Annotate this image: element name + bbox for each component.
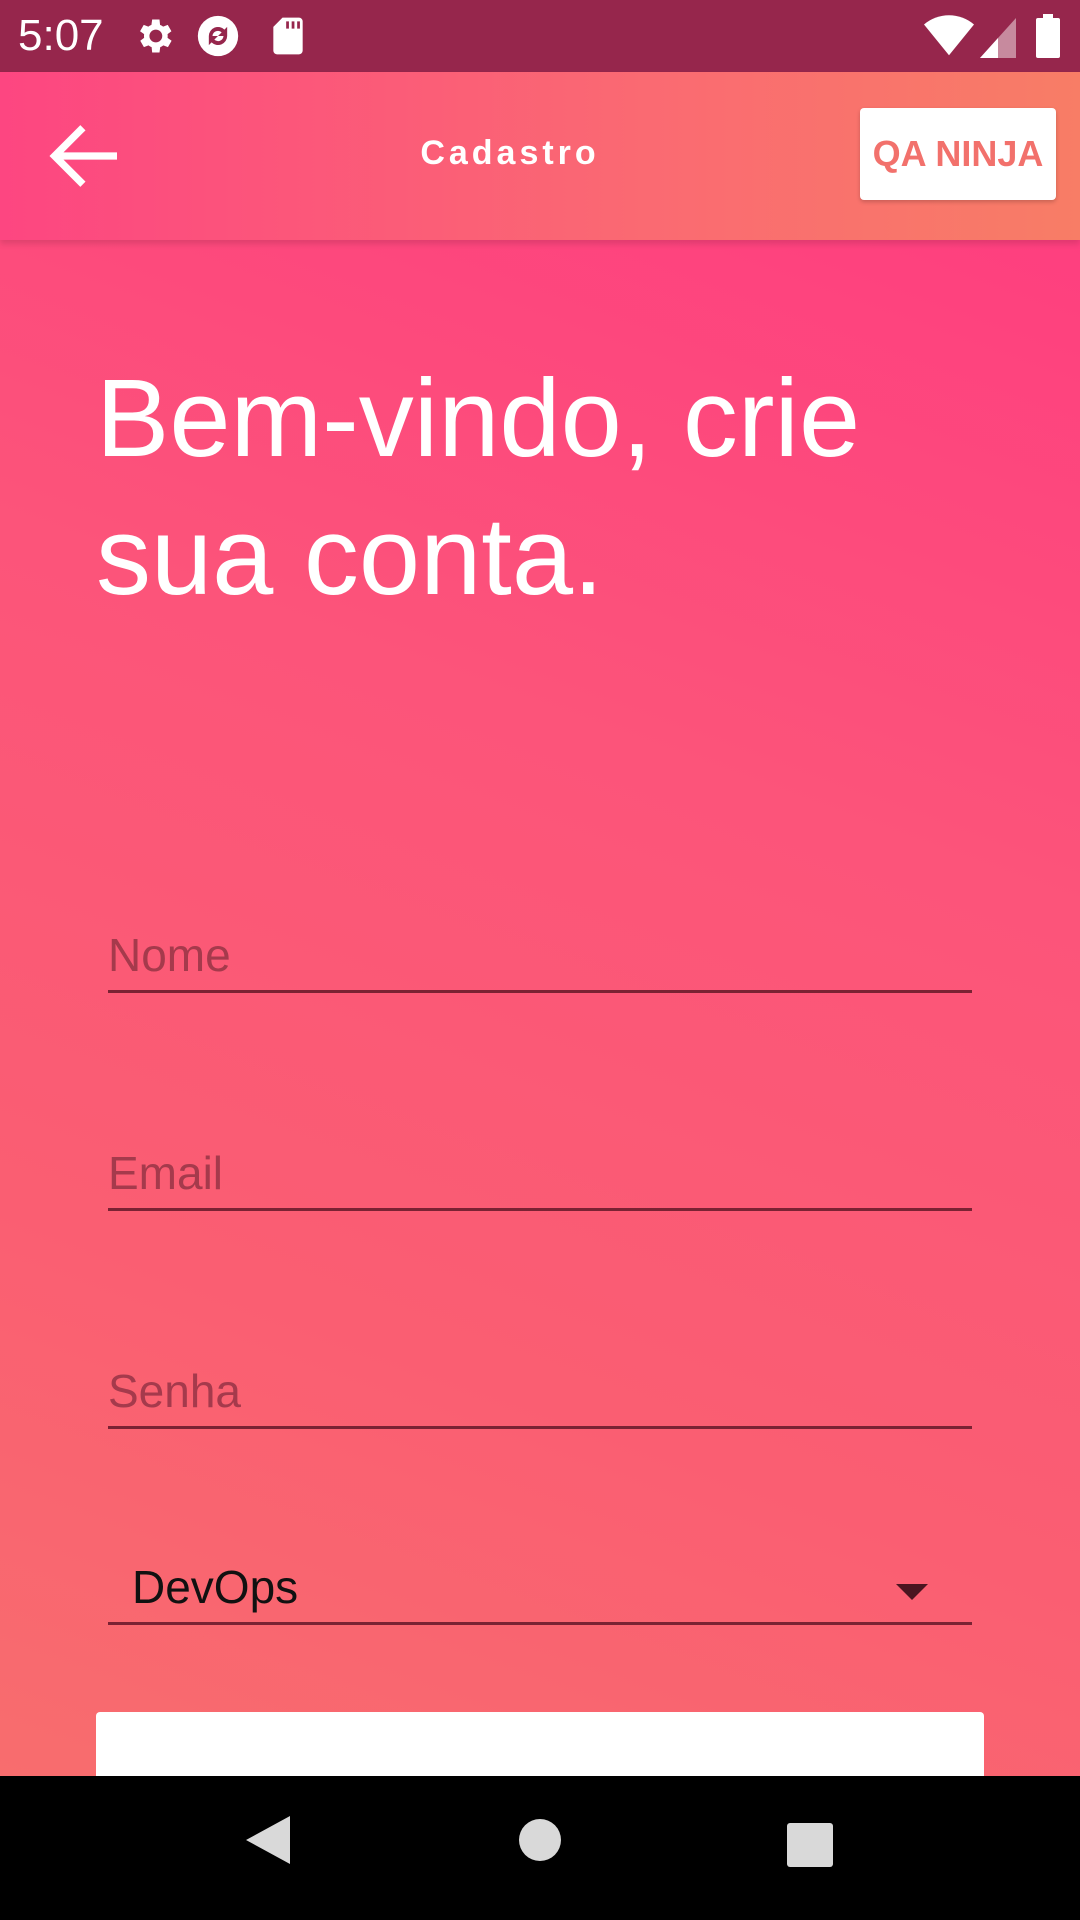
dropdown-arrow-icon [896,1584,928,1600]
back-triangle-icon[interactable] [244,1814,292,1871]
settings-icon [132,14,176,58]
system-nav-bar [0,1776,1080,1920]
app-bar: Cadastro QA NINJA [0,72,1080,240]
cell-signal-icon [980,14,1024,58]
signup-form-area: Bem-vindo, crie sua conta. DevOps [0,240,1080,1776]
status-time: 5:07 [18,11,104,60]
home-circle-icon[interactable] [518,1818,562,1867]
role-select[interactable]: DevOps [108,1546,972,1625]
password-field-container [108,1356,972,1429]
wifi-icon [924,14,974,58]
name-field-container [108,920,972,993]
battery-icon [1036,14,1062,58]
role-select-value: DevOps [132,1561,299,1613]
submit-button[interactable] [96,1712,984,1776]
email-field[interactable] [108,1138,972,1208]
password-field[interactable] [108,1356,972,1426]
sync-icon [196,14,240,58]
status-bar: 5:07 [0,0,1080,72]
email-field-container [108,1138,972,1211]
welcome-heading: Bem-vindo, crie sua conta. [96,357,861,618]
qa-ninja-button[interactable]: QA NINJA [860,108,1056,200]
name-field[interactable] [108,920,972,990]
sd-card-icon [266,14,310,58]
recents-square-icon[interactable] [786,1822,834,1873]
